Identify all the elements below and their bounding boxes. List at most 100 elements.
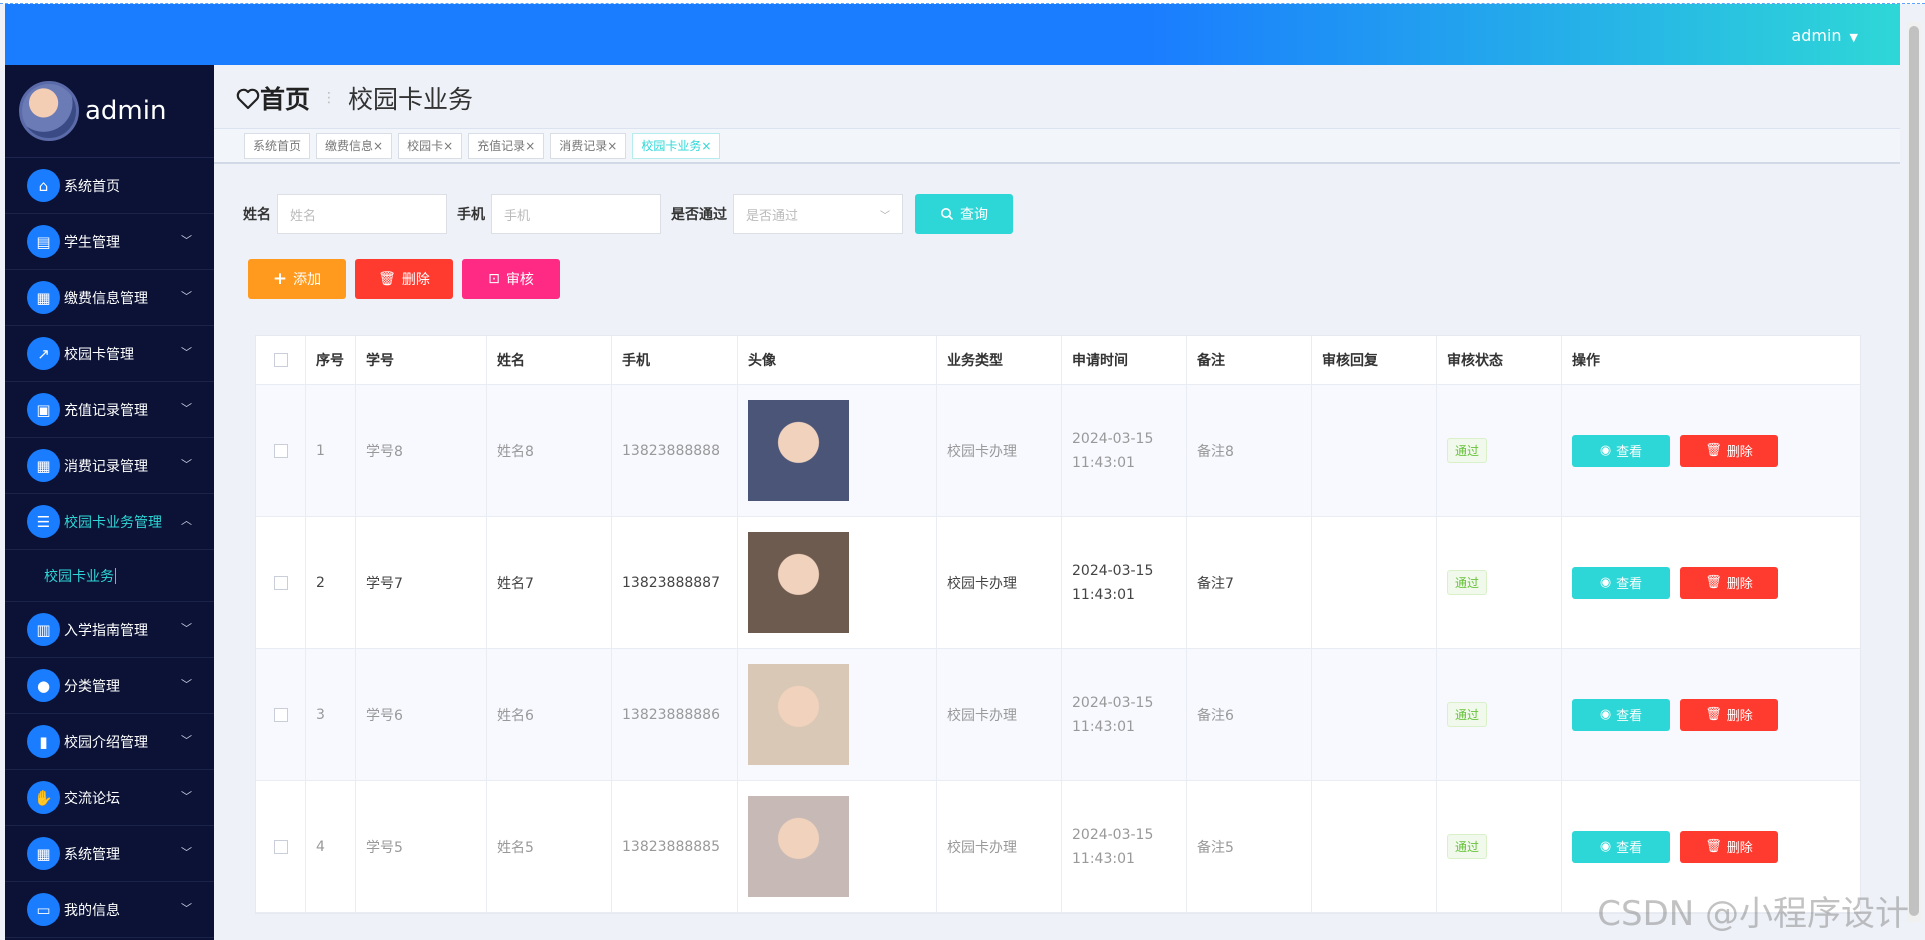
row-checkbox[interactable] — [273, 839, 288, 854]
avatar-photo[interactable] — [748, 796, 849, 897]
delete-label: 删除 — [1726, 709, 1753, 724]
tag-item[interactable]: 校园卡业务× — [632, 132, 721, 159]
sidebar-item[interactable]: ● 分类管理 ﹀ — [5, 658, 214, 714]
photo-cell — [738, 649, 937, 780]
status-cell: 通过 — [1437, 649, 1562, 780]
phone-cell: 13823888887 — [612, 517, 738, 648]
student-no-cell: 学号8 — [356, 385, 487, 516]
tag-item[interactable]: 充值记录× — [468, 132, 545, 159]
close-icon[interactable]: × — [701, 139, 711, 153]
pass-select[interactable]: 是否通过 ﹀ — [733, 194, 903, 234]
sidebar-subitem[interactable]: 校园卡业务 — [5, 550, 214, 602]
close-icon[interactable]: × — [443, 139, 453, 153]
chat-icon: ▤ — [27, 225, 60, 258]
row-checkbox[interactable] — [273, 443, 288, 458]
table-row: 1 学号8 姓名8 13823888888 校园卡办理 2024-03-15 11:43:… — [256, 385, 1860, 517]
sidebar-item[interactable]: ▥ 入学指南管理 ﹀ — [5, 602, 214, 658]
header-cell: 审核回复 — [1312, 336, 1437, 384]
scrollbar-thumb[interactable] — [1909, 26, 1919, 916]
sidebar-item[interactable]: ▭ 我的信息 ﹀ — [5, 882, 214, 938]
type-cell: 校园卡办理 — [937, 649, 1062, 780]
sidebar-item[interactable]: ✋ 交流论坛 ﹀ — [5, 770, 214, 826]
row-checkbox[interactable] — [273, 575, 288, 590]
avatar-photo[interactable] — [748, 532, 849, 633]
student-no-cell: 学号7 — [356, 517, 487, 648]
sidebar-item[interactable]: ▦ 系统管理 ﹀ — [5, 826, 214, 882]
add-button[interactable]: + 添加 — [248, 259, 346, 299]
table-row: 3 学号6 姓名6 13823888886 校园卡办理 2024-03-15 11:43:… — [256, 649, 1860, 781]
sidebar: admin ⌂ 系统首页 ▤ 学生管理 ﹀ ▦ 缴费信息管理 ﹀ ↗ 校园卡管理 ﹀ ▣ 充值记录管理 ﹀… — [5, 65, 214, 940]
chevron-icon: ﹀ — [181, 902, 192, 915]
tag-item[interactable]: 缴费信息× — [316, 132, 393, 159]
view-button[interactable]: ◉ 查看 — [1572, 566, 1670, 599]
delete-label: 删除 — [1726, 445, 1753, 460]
sidebar-item[interactable]: ▤ 学生管理 ﹀ — [5, 214, 214, 270]
checkbox-cell — [256, 385, 306, 516]
remark-cell: 备注7 — [1187, 517, 1312, 648]
reply-cell — [1312, 649, 1437, 780]
row-checkbox[interactable] — [273, 707, 288, 722]
close-icon[interactable]: × — [525, 139, 535, 153]
status-badge: 通过 — [1447, 834, 1488, 859]
close-icon[interactable]: × — [373, 139, 383, 153]
user-name: admin — [1791, 26, 1842, 45]
view-button[interactable]: ◉ 查看 — [1572, 434, 1670, 467]
batch-delete-button[interactable]: 🗑 删除 — [355, 259, 453, 299]
sidebar-item-label: 充值记录管理 — [64, 402, 148, 419]
index-cell: 3 — [306, 649, 356, 780]
sidebar-item[interactable]: ▮ 校园介绍管理 ﹀ — [5, 714, 214, 770]
view-button[interactable]: ◉ 查看 — [1572, 830, 1670, 863]
close-icon[interactable]: × — [607, 139, 617, 153]
profile-name: admin — [85, 96, 167, 126]
type-cell: 校园卡办理 — [937, 385, 1062, 516]
header-cell: 审核状态 — [1437, 336, 1562, 384]
delete-button[interactable]: 🗑 删除 — [1680, 698, 1778, 731]
trash-icon: 🗑 — [1705, 575, 1722, 590]
chevron-icon: ﹀ — [181, 346, 192, 359]
avatar — [19, 81, 79, 141]
name-cell: 姓名6 — [487, 649, 612, 780]
grid-icon: ▦ — [27, 837, 60, 870]
checkbox-cell — [256, 649, 306, 780]
time-cell: 2024-03-15 11:43:01 — [1062, 649, 1187, 780]
tag-item[interactable]: 校园卡× — [398, 132, 463, 159]
tag-item[interactable]: 系统首页 — [244, 132, 311, 159]
sidebar-item-label: 校园卡管理 — [64, 346, 134, 363]
vertical-scrollbar[interactable] — [1907, 22, 1921, 922]
sidebar-item[interactable]: ▦ 消费记录管理 ﹀ — [5, 438, 214, 494]
name-placeholder: 姓名 — [290, 208, 317, 224]
tag-item[interactable]: 消费记录× — [550, 132, 627, 159]
sidebar-item[interactable]: ☰ 校园卡业务管理 ︿ — [5, 494, 214, 550]
sidebar-item[interactable]: ↗ 校园卡管理 ﹀ — [5, 326, 214, 382]
view-button[interactable]: ◉ 查看 — [1572, 698, 1670, 731]
avatar-photo[interactable] — [748, 664, 849, 765]
sidebar-item-label: 入学指南管理 — [64, 622, 148, 639]
index-cell: 4 — [306, 781, 356, 912]
time-cell: 2024-03-15 11:43:01 — [1062, 385, 1187, 516]
select-all-checkbox[interactable] — [273, 353, 288, 367]
sidebar-item[interactable]: ⌂ 系统首页 — [5, 158, 214, 214]
audit-icon: ⊡ — [488, 271, 500, 287]
delete-button[interactable]: 🗑 删除 — [1680, 830, 1778, 863]
audit-label: 审核 — [505, 272, 534, 288]
audit-button[interactable]: ⊡ 审核 — [462, 259, 560, 299]
wallet-icon: ▭ — [27, 893, 60, 926]
delete-label: 删除 — [401, 272, 430, 288]
user-menu[interactable]: admin ▼ — [1791, 26, 1858, 45]
delete-button[interactable]: 🗑 删除 — [1680, 434, 1778, 467]
breadcrumb-current: 校园卡业务 — [348, 85, 474, 114]
index-cell: 1 — [306, 385, 356, 516]
delete-button[interactable]: 🗑 删除 — [1680, 566, 1778, 599]
status-badge: 通过 — [1447, 702, 1488, 727]
sidebar-item[interactable]: ▦ 缴费信息管理 ﹀ — [5, 270, 214, 326]
sidebar-item[interactable]: ▣ 充值记录管理 ﹀ — [5, 382, 214, 438]
name-input[interactable]: 姓名 — [277, 194, 447, 234]
table-header: 序号 学号 姓名 手机 头像 业务类型 申请时间 备注 审核回复 审核状态 操作 — [256, 336, 1860, 385]
header-cell: 手机 — [612, 336, 738, 384]
status-cell: 通过 — [1437, 781, 1562, 912]
phone-input[interactable]: 手机 — [491, 194, 661, 234]
trash-icon: 🗑 — [1705, 707, 1722, 722]
avatar-photo[interactable] — [748, 400, 849, 501]
query-button[interactable]: 查询 — [915, 194, 1013, 234]
breadcrumb-home[interactable]: 首页 — [236, 80, 310, 116]
